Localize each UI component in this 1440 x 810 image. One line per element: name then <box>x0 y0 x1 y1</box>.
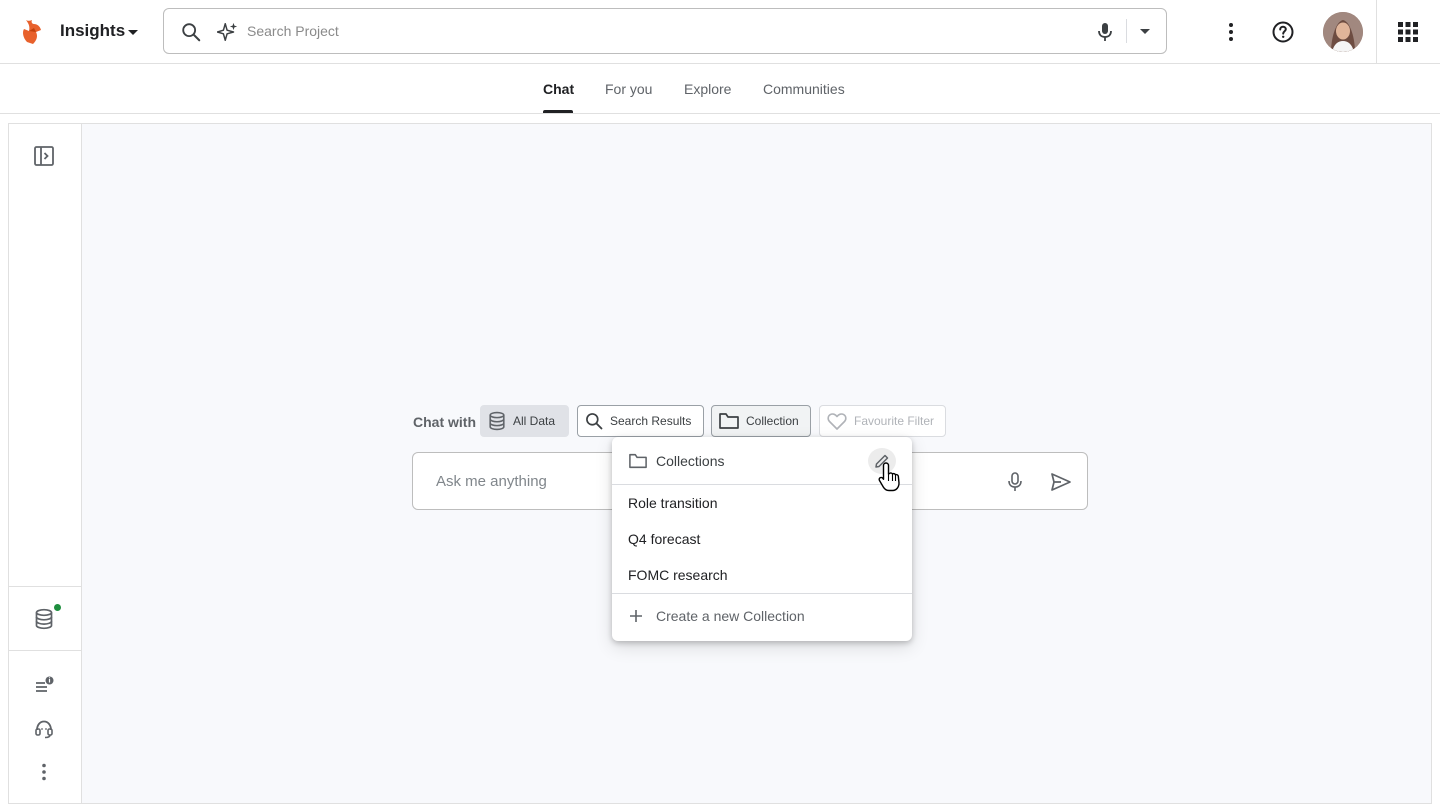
collection-label: Collection <box>746 414 799 428</box>
collections-title: Collections <box>656 453 725 469</box>
nav-tabs: Chat For you Explore Communities <box>0 65 1440 114</box>
app-logo[interactable] <box>20 18 44 46</box>
folder-icon <box>628 452 648 470</box>
tab-communities[interactable]: Communities <box>763 81 845 97</box>
app-name[interactable]: Insights <box>60 21 125 41</box>
send-icon[interactable] <box>1050 472 1072 492</box>
database-icon[interactable] <box>33 608 55 630</box>
tab-explore[interactable]: Explore <box>684 81 731 97</box>
collections-menu-header: Collections <box>612 437 912 485</box>
favourite-filter-label: Favourite Filter <box>854 414 935 428</box>
hand-cursor-icon <box>877 461 903 493</box>
notes-info-icon[interactable] <box>33 675 55 697</box>
chat-with-label: Chat with <box>413 414 476 430</box>
create-collection-button[interactable]: Create a new Collection <box>628 608 805 624</box>
collection-item-q4-forecast[interactable]: Q4 forecast <box>628 531 700 547</box>
plus-icon <box>628 608 644 624</box>
folder-icon <box>718 411 740 431</box>
chat-panel: Chat with All Data Search Results Collec… <box>8 123 1432 804</box>
apps-grid-icon[interactable] <box>1398 22 1418 42</box>
database-icon <box>487 411 507 431</box>
more-vert-icon[interactable] <box>1219 20 1243 44</box>
search-results-chip[interactable]: Search Results <box>577 405 704 437</box>
sparkle-icon[interactable] <box>217 21 239 43</box>
mic-icon[interactable] <box>1095 21 1115 43</box>
rail-divider <box>9 586 81 587</box>
search-bar <box>163 8 1167 54</box>
search-icon[interactable] <box>180 21 202 43</box>
tab-for-you[interactable]: For you <box>605 81 652 97</box>
sidebar-toggle-icon[interactable] <box>33 145 55 167</box>
more-vert-icon[interactable] <box>33 761 55 783</box>
caret-down-icon[interactable] <box>126 25 140 39</box>
side-rail <box>9 124 82 803</box>
favourite-filter-chip[interactable]: Favourite Filter <box>819 405 946 437</box>
search-input[interactable] <box>247 20 1067 42</box>
status-dot <box>53 603 62 612</box>
tab-chat[interactable]: Chat <box>543 81 574 97</box>
topbar-divider <box>1376 0 1377 64</box>
all-data-chip[interactable]: All Data <box>480 405 569 437</box>
collection-item-fomc-research[interactable]: FOMC research <box>628 567 728 583</box>
collections-menu: Collections Role transition Q4 forecast … <box>612 437 912 641</box>
avatar[interactable] <box>1323 12 1363 52</box>
create-collection-label: Create a new Collection <box>656 608 805 624</box>
top-bar: Insights <box>0 0 1440 64</box>
all-data-label: All Data <box>513 414 556 428</box>
help-icon[interactable] <box>1271 20 1295 44</box>
menu-divider <box>612 593 912 594</box>
mic-icon[interactable] <box>1005 471 1025 493</box>
rail-divider <box>9 650 81 651</box>
search-results-label: Search Results <box>610 414 692 428</box>
active-tab-indicator <box>543 110 573 113</box>
search-icon <box>584 411 604 431</box>
collection-chip[interactable]: Collection <box>711 405 811 437</box>
search-divider <box>1126 19 1127 43</box>
support-agent-icon[interactable] <box>33 718 55 740</box>
collection-item-role-transition[interactable]: Role transition <box>628 495 718 511</box>
heart-icon <box>826 411 848 431</box>
dropdown-icon[interactable] <box>1139 27 1151 37</box>
